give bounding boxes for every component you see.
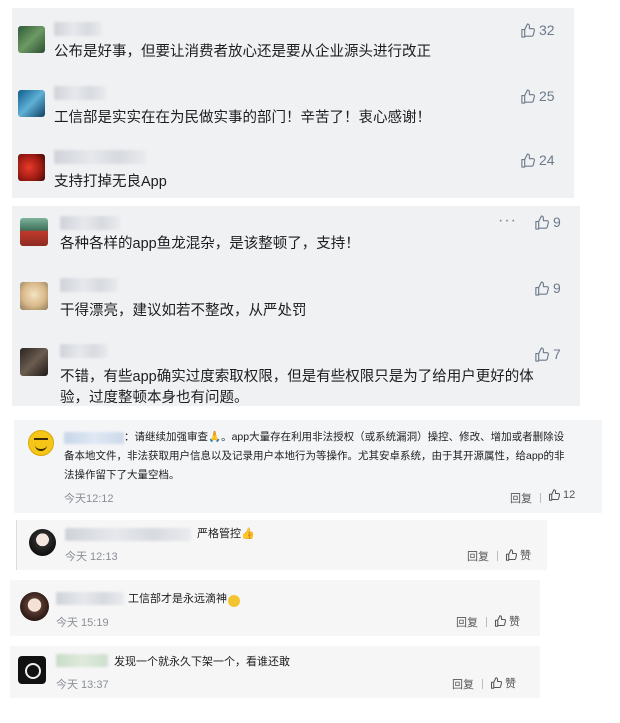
like-button[interactable]: 24 <box>520 152 555 168</box>
like-count: 25 <box>539 88 555 104</box>
like-button[interactable]: 9 <box>534 280 561 296</box>
username-blurred[interactable] <box>60 216 120 230</box>
comment-text: 工信部是实实在在为民做实事的部门！辛苦了！衷心感谢！ <box>54 110 431 126</box>
like-label: 赞 <box>520 550 531 562</box>
reply-button[interactable]: 回复 <box>467 548 489 564</box>
like-button[interactable]: 赞 <box>490 675 516 691</box>
username-blurred[interactable] <box>60 278 118 292</box>
like-count: 9 <box>553 214 561 230</box>
thumbs-up-icon <box>521 152 535 168</box>
comment-text-line-1: 不错，有些app确实过度索取权限，但是有些权限只是为了给用户更好的体 <box>60 369 534 385</box>
username-blurred[interactable] <box>54 86 106 100</box>
reply-button[interactable]: 回复 <box>456 614 478 630</box>
comment-card-group-1: 公布是好事，但要让消费者放心还是要从企业源头进行改正 32 工信部是实实在在为民… <box>12 8 574 198</box>
comment-time: 今天 12:13 <box>65 551 118 563</box>
username-blurred[interactable] <box>54 150 146 164</box>
comment-item: 各种各样的app鱼龙混杂，是该整顿了，支持！ ··· 9 <box>12 206 580 270</box>
thumbs-up-icon <box>535 280 549 296</box>
comment-card-group-5: 工信部才是永远滴神 今天 15:19 回复 赞 <box>10 580 540 636</box>
avatar[interactable] <box>18 90 45 117</box>
comment-text: 干得漂亮，建议如若不整改，从严处罚 <box>60 303 307 319</box>
comment-item: 工信部是实实在在为民做实事的部门！辛苦了！衷心感谢！ 25 <box>12 72 574 136</box>
avatar[interactable] <box>18 154 45 181</box>
username-blurred[interactable] <box>60 344 108 358</box>
action-divider <box>486 617 487 627</box>
emoji-icon <box>228 595 240 607</box>
comment-text-line-2: 备本地文件，非法获取用户信息以及记录用户本地行为等操作。尤其安卓系统，由于其开源… <box>64 450 565 462</box>
like-button[interactable]: 25 <box>520 88 555 104</box>
comment-time: 今天 13:37 <box>56 679 109 691</box>
like-count: 9 <box>553 280 561 296</box>
avatar[interactable] <box>20 282 48 310</box>
comment-text: 支持打掉无良App <box>54 174 167 190</box>
reply-button[interactable]: 回复 <box>452 676 474 692</box>
comment-text: 公布是好事，但要让消费者放心还是要从企业源头进行改正 <box>54 44 431 60</box>
thumbs-up-icon <box>490 677 502 689</box>
comment-text: 严格管控👍 <box>197 528 255 540</box>
action-divider <box>497 551 498 561</box>
like-count: 12 <box>563 489 576 501</box>
avatar[interactable] <box>18 656 46 684</box>
comment-text: 各种各样的app鱼龙混杂，是该整顿了，支持！ <box>60 236 360 252</box>
thumbs-up-icon <box>494 615 506 627</box>
comment-text: 发现一个就永久下架一个，看谁还敢 <box>114 656 290 668</box>
more-options-button[interactable]: ··· <box>498 212 517 230</box>
comment-text-line-1: ：请继续加强审查🙏。app大量存在利用非法授权（或系统漏洞）操控、修改、增加或者… <box>124 431 565 443</box>
thumbs-up-icon <box>548 489 560 501</box>
like-button[interactable]: 32 <box>520 22 555 38</box>
action-divider <box>482 679 483 689</box>
avatar[interactable] <box>20 348 48 376</box>
like-label: 赞 <box>505 678 516 690</box>
comment-card-group-2: 各种各样的app鱼龙混杂，是该整顿了，支持！ ··· 9 干得漂亮，建议如若不整… <box>12 206 580 406</box>
action-divider <box>540 493 541 503</box>
emoji-mouth <box>35 444 47 451</box>
comment-text-line-3: 法操作留下了大量空档。 <box>64 469 180 481</box>
like-count: 24 <box>539 152 555 168</box>
avatar-mark <box>25 663 41 679</box>
thumbs-up-icon <box>505 549 517 561</box>
avatar-emoji[interactable] <box>28 430 54 456</box>
like-count: 7 <box>553 346 561 362</box>
username-blurred[interactable] <box>56 654 108 667</box>
comment-item: 支持打掉无良App 24 <box>12 136 574 198</box>
thumbs-up-icon <box>535 214 549 230</box>
username-blurred[interactable] <box>64 432 124 444</box>
avatar[interactable] <box>29 529 56 556</box>
like-label: 赞 <box>509 616 520 628</box>
like-button[interactable]: 9 <box>534 214 561 230</box>
comment-card-group-6: 发现一个就永久下架一个，看谁还敢 今天 13:37 回复 赞 <box>10 646 540 698</box>
like-button[interactable]: 赞 <box>505 547 531 563</box>
comment-time: 今天12:12 <box>64 493 114 505</box>
avatar[interactable] <box>20 218 48 246</box>
comment-item: 公布是好事，但要让消费者放心还是要从企业源头进行改正 32 <box>12 8 574 72</box>
like-count: 32 <box>539 22 555 38</box>
comment-card-group-3: ：请继续加强审查🙏。app大量存在利用非法授权（或系统漏洞）操控、修改、增加或者… <box>14 420 602 513</box>
thumbs-up-icon <box>521 22 535 38</box>
comment-text-line-2: 验，过度整顿本身也有问题。 <box>60 390 249 406</box>
username-blurred[interactable] <box>65 528 191 541</box>
thumbs-up-icon <box>521 88 535 104</box>
comment-time: 今天 15:19 <box>56 617 109 629</box>
like-button[interactable]: 赞 <box>494 613 520 629</box>
like-button[interactable]: 7 <box>534 346 561 362</box>
thumbs-up-icon <box>535 346 549 362</box>
reply-button[interactable]: 回复 <box>510 490 532 506</box>
username-blurred[interactable] <box>54 22 102 36</box>
comment-item: 不错，有些app确实过度索取权限，但是有些权限只是为了给用户更好的体 验，过度整… <box>12 334 580 406</box>
avatar[interactable] <box>20 592 49 621</box>
comment-card-group-4: 严格管控👍 今天 12:13 回复 赞 <box>16 520 547 570</box>
comment-item: 干得漂亮，建议如若不整改，从严处罚 9 <box>12 270 580 334</box>
comment-text: 工信部才是永远滴神 <box>128 593 227 605</box>
avatar[interactable] <box>18 26 45 53</box>
like-button[interactable]: 12 <box>548 489 575 501</box>
username-blurred[interactable] <box>56 592 124 605</box>
